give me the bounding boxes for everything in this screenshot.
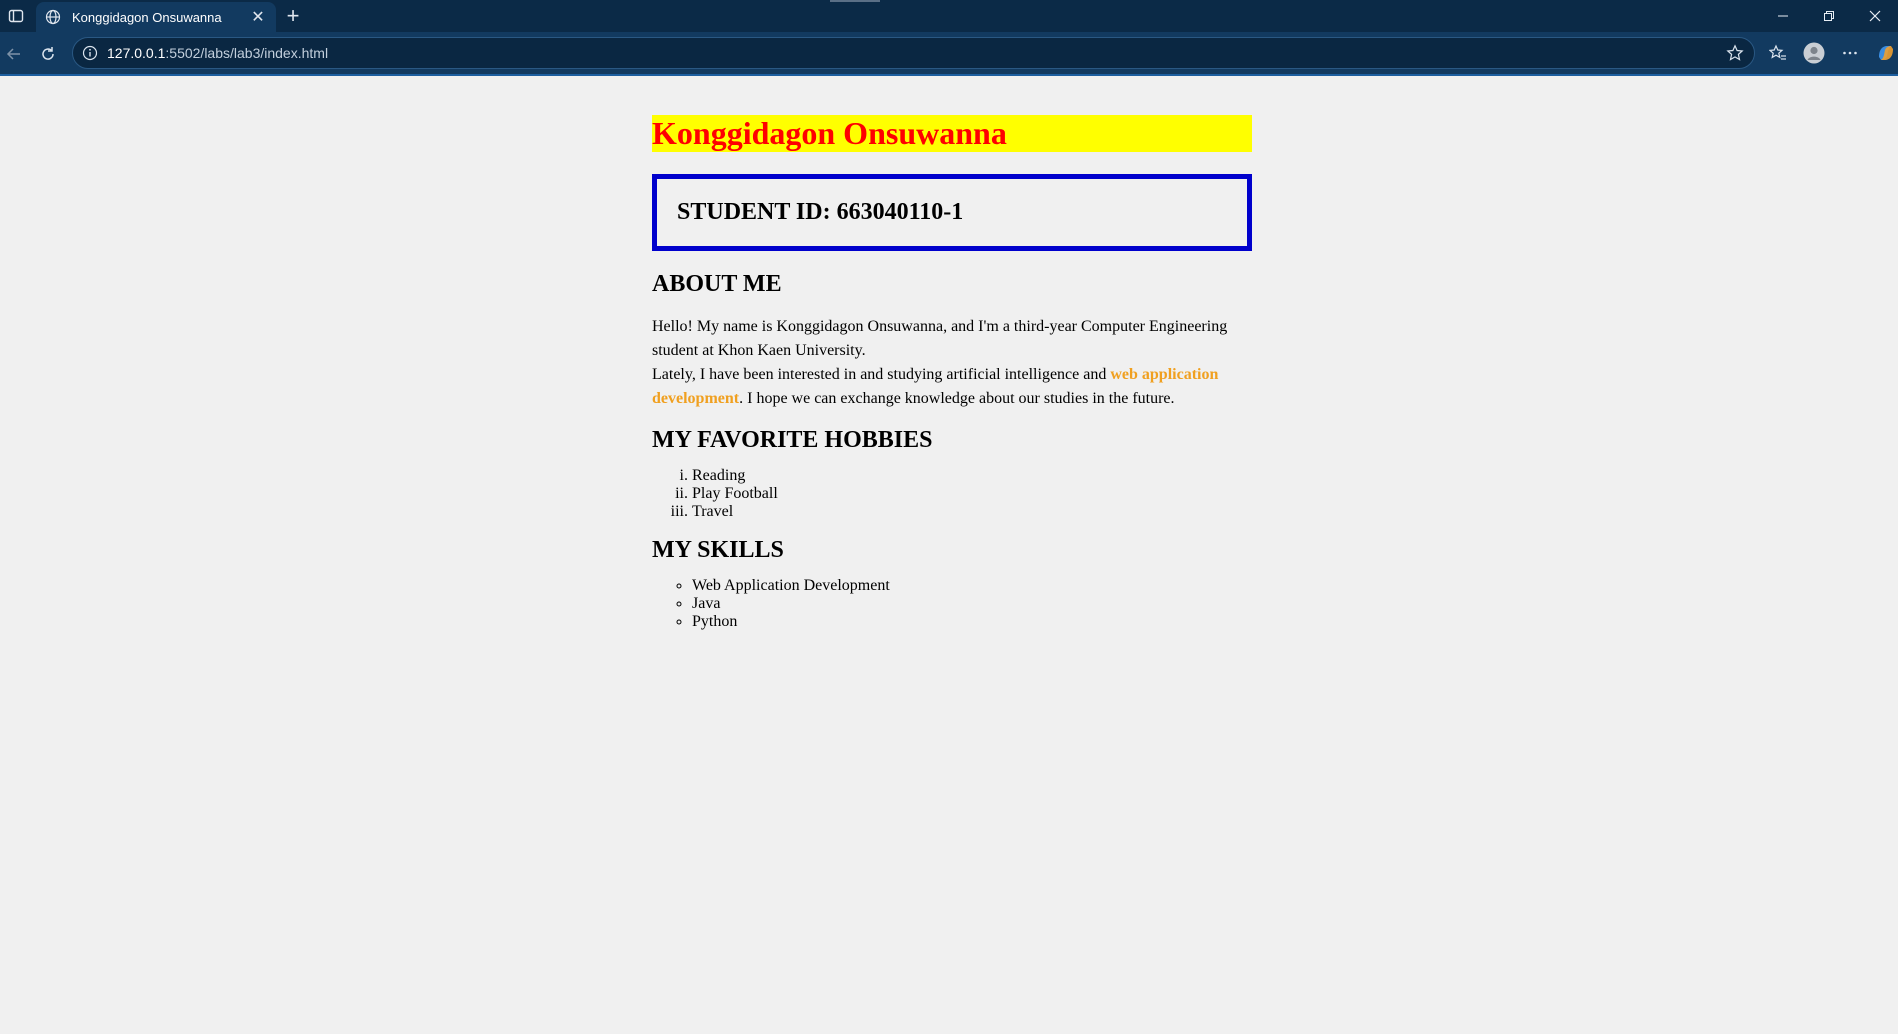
back-arrow-icon[interactable] [2,42,26,66]
skill-item: Web Application Development [692,577,1252,595]
toolbar-right-tools [1766,40,1898,66]
more-icon[interactable] [1838,41,1862,65]
student-id: STUDENT ID: 663040110-1 [677,199,964,225]
url-path: :5502/labs/lab3/index.html [165,45,329,61]
close-icon[interactable]: ✕ [248,7,268,27]
plus-icon[interactable]: + [282,5,304,27]
address-bar[interactable]: 127.0.0.1:5502/labs/lab3/index.html [72,37,1755,69]
about-line-2-end: . I hope we can exchange knowledge about… [739,390,1175,407]
window-close-icon[interactable] [1852,0,1898,32]
hobbies-heading: MY FAVORITE HOBBIES [652,427,933,453]
hobbies-list: Reading Play Football Travel [652,467,1252,521]
url-text[interactable]: 127.0.0.1:5502/labs/lab3/index.html [107,45,1724,61]
reload-icon[interactable] [36,42,60,66]
tab-title: Konggidagon Onsuwanna [72,9,222,25]
browser-titlebar: Konggidagon Onsuwanna ✕ + [0,0,1898,32]
skills-heading: MY SKILLS [652,537,784,563]
favorites-icon[interactable] [1766,41,1790,65]
restore-icon[interactable] [1806,0,1852,32]
hobby-item: Travel [692,503,1252,521]
url-host: 127.0.0.1 [107,45,166,61]
about-line-2-start: Lately, I have been interested in and st… [652,366,1111,383]
profile-icon[interactable] [1802,41,1826,65]
skill-item: Python [692,613,1252,631]
copilot-icon[interactable] [1874,41,1898,65]
tab-actions-icon[interactable] [6,6,26,26]
about-me-heading: ABOUT ME [652,271,782,297]
browser-tab[interactable]: Konggidagon Onsuwanna ✕ [36,2,276,32]
about-me-text: Hello! My name is Konggidagon Onsuwanna,… [652,315,1252,411]
globe-icon [44,8,62,26]
about-line-1: Hello! My name is Konggidagon Onsuwanna,… [652,318,1228,359]
minimize-icon[interactable] [1760,0,1806,32]
student-id-box: STUDENT ID: 663040110-1 [652,174,1252,251]
tab-strip-indicator [830,0,880,2]
hobby-item: Reading [692,467,1252,485]
name-heading: Konggidagon Onsuwanna [652,115,1252,152]
info-icon[interactable] [81,44,99,62]
skills-list: Web Application Development Java Python [652,577,1252,631]
page-content: Konggidagon Onsuwanna STUDENT ID: 663040… [652,115,1252,631]
skill-item: Java [692,595,1252,613]
hobby-item: Play Football [692,485,1252,503]
star-icon[interactable] [1724,42,1746,64]
browser-toolbar: 127.0.0.1:5502/labs/lab3/index.html [0,32,1898,76]
window-controls [1760,0,1898,32]
